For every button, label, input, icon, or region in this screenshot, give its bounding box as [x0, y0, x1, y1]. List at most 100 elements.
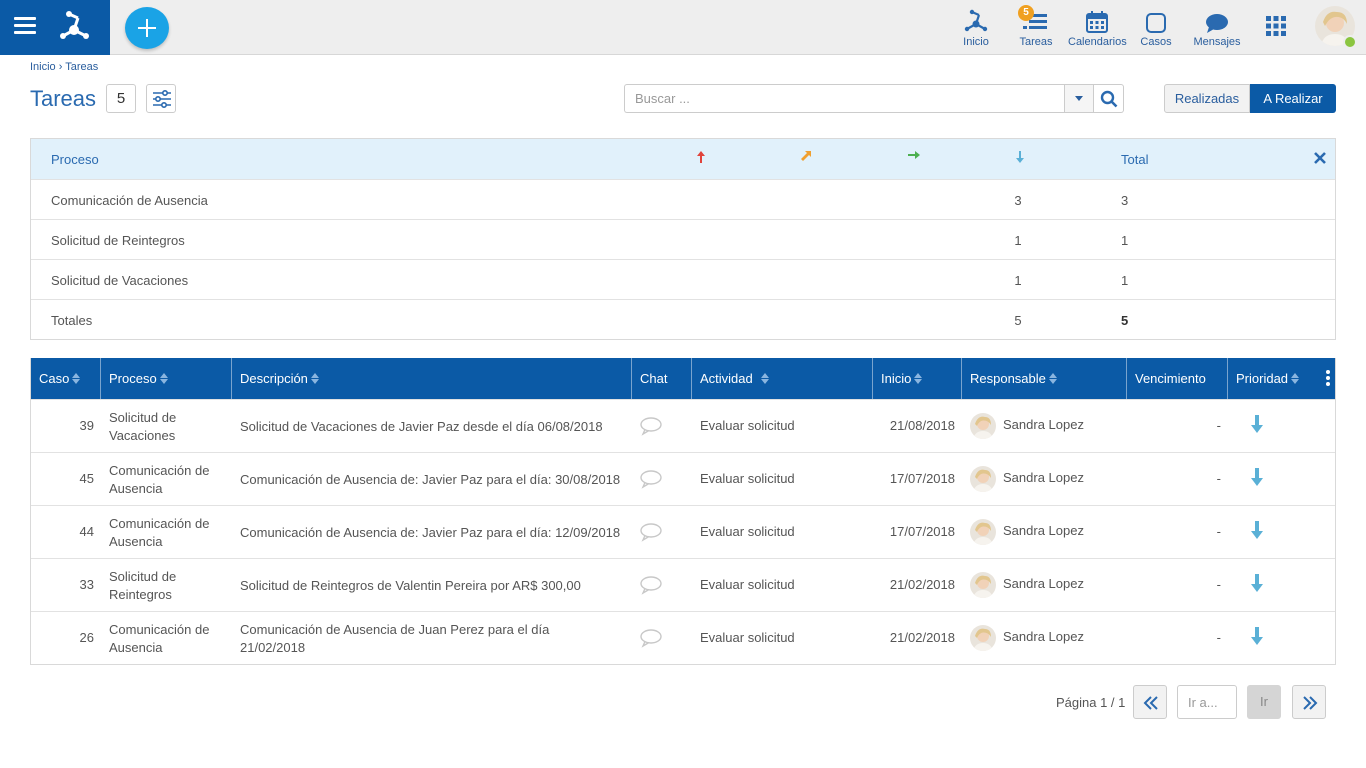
process-icon: [964, 9, 988, 32]
col-caso[interactable]: Caso: [39, 358, 81, 399]
summary-row-total[interactable]: 1: [1121, 273, 1128, 288]
tasks-table: Caso Proceso Descripción Chat Actividad …: [30, 358, 1336, 665]
row-vencimiento: -: [1216, 577, 1221, 592]
nav-casos[interactable]: Casos: [1139, 6, 1173, 48]
summary-row-low-count[interactable]: 1: [1013, 273, 1023, 288]
arrow-up-red-icon[interactable]: [696, 150, 706, 164]
col-prioridad[interactable]: Prioridad: [1236, 358, 1300, 399]
row-responsable: Sandra Lopez: [1003, 417, 1084, 432]
logo-icon[interactable]: [56, 8, 92, 44]
row-vencimiento: -: [1216, 524, 1221, 539]
row-actividad: Evaluar solicitud: [700, 418, 795, 433]
breadcrumb-home[interactable]: Inicio: [30, 61, 56, 73]
chat-bubble-icon[interactable]: [639, 628, 663, 648]
row-vencimiento: -: [1216, 630, 1221, 645]
tasks-badge: 5: [1018, 5, 1034, 21]
row-caso: 45: [79, 471, 94, 486]
arrow-down-blue-icon[interactable]: [1015, 150, 1025, 164]
close-summary-icon[interactable]: [1313, 151, 1327, 165]
table-row[interactable]: 44 Comunicación de Ausencia Comunicación…: [31, 505, 1335, 558]
realizadas-button[interactable]: Realizadas: [1164, 84, 1250, 113]
col-inicio-label: Inicio: [881, 371, 912, 386]
nav-casos-label: Casos: [1140, 36, 1172, 48]
summary-row-process: Comunicación de Ausencia: [51, 193, 208, 208]
arrow-right-green-icon[interactable]: [907, 150, 921, 160]
double-chevron-left-icon: [1143, 696, 1158, 710]
arrow-upright-orange-icon[interactable]: [800, 150, 812, 162]
row-proceso: Solicitud de Vacaciones: [109, 410, 177, 443]
hamburger-menu-icon[interactable]: [14, 17, 36, 37]
summary-row[interactable]: Solicitud de Reintegros 1 1: [31, 219, 1335, 259]
row-responsable: Sandra Lopez: [1003, 523, 1084, 538]
row-inicio: 21/02/2018: [889, 577, 955, 592]
chat-bubble-icon[interactable]: [639, 469, 663, 489]
responsible-avatar-icon: [970, 572, 996, 598]
search-button[interactable]: [1094, 84, 1124, 113]
nav-inicio[interactable]: Inicio: [960, 6, 992, 48]
summary-row-total[interactable]: 3: [1121, 193, 1128, 208]
breadcrumb-current[interactable]: Tareas: [65, 61, 98, 73]
row-responsable: Sandra Lopez: [1003, 576, 1084, 591]
nav-tareas[interactable]: 5 Tareas: [1018, 5, 1054, 48]
nav-tareas-label: Tareas: [1019, 36, 1053, 48]
summary-header: Proceso Total: [31, 139, 1335, 179]
row-proceso: Comunicación de Ausencia: [109, 622, 210, 655]
column-divider: [961, 358, 962, 399]
plus-icon: [138, 19, 156, 37]
col-inicio[interactable]: Inicio: [881, 358, 923, 399]
summary-row-process: Solicitud de Reintegros: [51, 233, 185, 248]
add-button[interactable]: [125, 7, 169, 49]
task-count-badge: 5: [106, 84, 136, 113]
col-proceso-label: Proceso: [109, 371, 157, 386]
filter-settings-button[interactable]: [146, 84, 176, 113]
col-responsable[interactable]: Responsable: [970, 358, 1057, 399]
chat-bubble-icon[interactable]: [639, 575, 663, 595]
row-descripcion: Solicitud de Vacaciones de Javier Paz de…: [240, 419, 603, 434]
priority-low-arrow-icon: [1251, 627, 1263, 645]
summary-row[interactable]: Solicitud de Vacaciones 1 1: [31, 259, 1335, 299]
summary-totals-low: 5: [1014, 313, 1022, 328]
apps-grid-icon[interactable]: [1266, 16, 1286, 36]
nav-mensajes[interactable]: Mensajes: [1192, 6, 1242, 48]
col-prioridad-label: Prioridad: [1236, 371, 1289, 386]
summary-row-total[interactable]: 1: [1121, 233, 1128, 248]
sort-icon: [760, 373, 769, 385]
sort-icon: [159, 373, 168, 385]
row-proceso: Comunicación de Ausencia: [109, 463, 210, 496]
table-row[interactable]: 39 Solicitud de Vacaciones Solicitud de …: [31, 399, 1335, 452]
search-dropdown-button[interactable]: [1064, 84, 1094, 113]
goto-page-input[interactable]: [1177, 685, 1237, 719]
page-title: Tareas: [30, 86, 97, 111]
priority-low-arrow-icon: [1251, 415, 1263, 433]
column-options-icon[interactable]: [1326, 370, 1330, 388]
sort-icon: [72, 373, 81, 385]
nav-calendarios-label: Calendarios: [1068, 36, 1127, 48]
table-row[interactable]: 33 Solicitud de Reintegros Solicitud de …: [31, 558, 1335, 611]
chat-bubble-icon[interactable]: [639, 416, 663, 436]
row-caso: 26: [79, 630, 94, 645]
summary-row-low-count[interactable]: 3: [1013, 193, 1023, 208]
table-row[interactable]: 26 Comunicación de Ausencia Comunicación…: [31, 611, 1335, 664]
summary-row-low-count[interactable]: 1: [1013, 233, 1023, 248]
last-page-button[interactable]: [1292, 685, 1326, 719]
sort-icon: [1048, 373, 1057, 385]
search-input[interactable]: [624, 84, 1064, 113]
summary-row[interactable]: Comunicación de Ausencia 3 3: [31, 179, 1335, 219]
responsible-avatar-icon: [970, 466, 996, 492]
col-descripcion[interactable]: Descripción: [240, 358, 319, 399]
summary-table: Proceso Total Comunicación de Ausencia 3…: [30, 138, 1336, 340]
col-actividad[interactable]: Actividad: [700, 358, 769, 399]
row-inicio: 21/02/2018: [889, 630, 955, 645]
nav-calendarios[interactable]: Calendarios: [1068, 6, 1127, 48]
table-row[interactable]: 45 Comunicación de Ausencia Comunicación…: [31, 452, 1335, 505]
col-proceso[interactable]: Proceso: [109, 358, 168, 399]
row-descripcion: Comunicación de Ausencia de Juan Perez p…: [240, 622, 550, 655]
a-realizar-button[interactable]: A Realizar: [1250, 84, 1336, 113]
go-button[interactable]: Ir: [1247, 685, 1281, 719]
calendar-icon: [1086, 11, 1108, 33]
summary-totals-total: 5: [1121, 313, 1129, 328]
first-page-button[interactable]: [1133, 685, 1167, 719]
row-caso: 39: [79, 418, 94, 433]
responsible-avatar-icon: [970, 625, 996, 651]
chat-bubble-icon[interactable]: [639, 522, 663, 542]
